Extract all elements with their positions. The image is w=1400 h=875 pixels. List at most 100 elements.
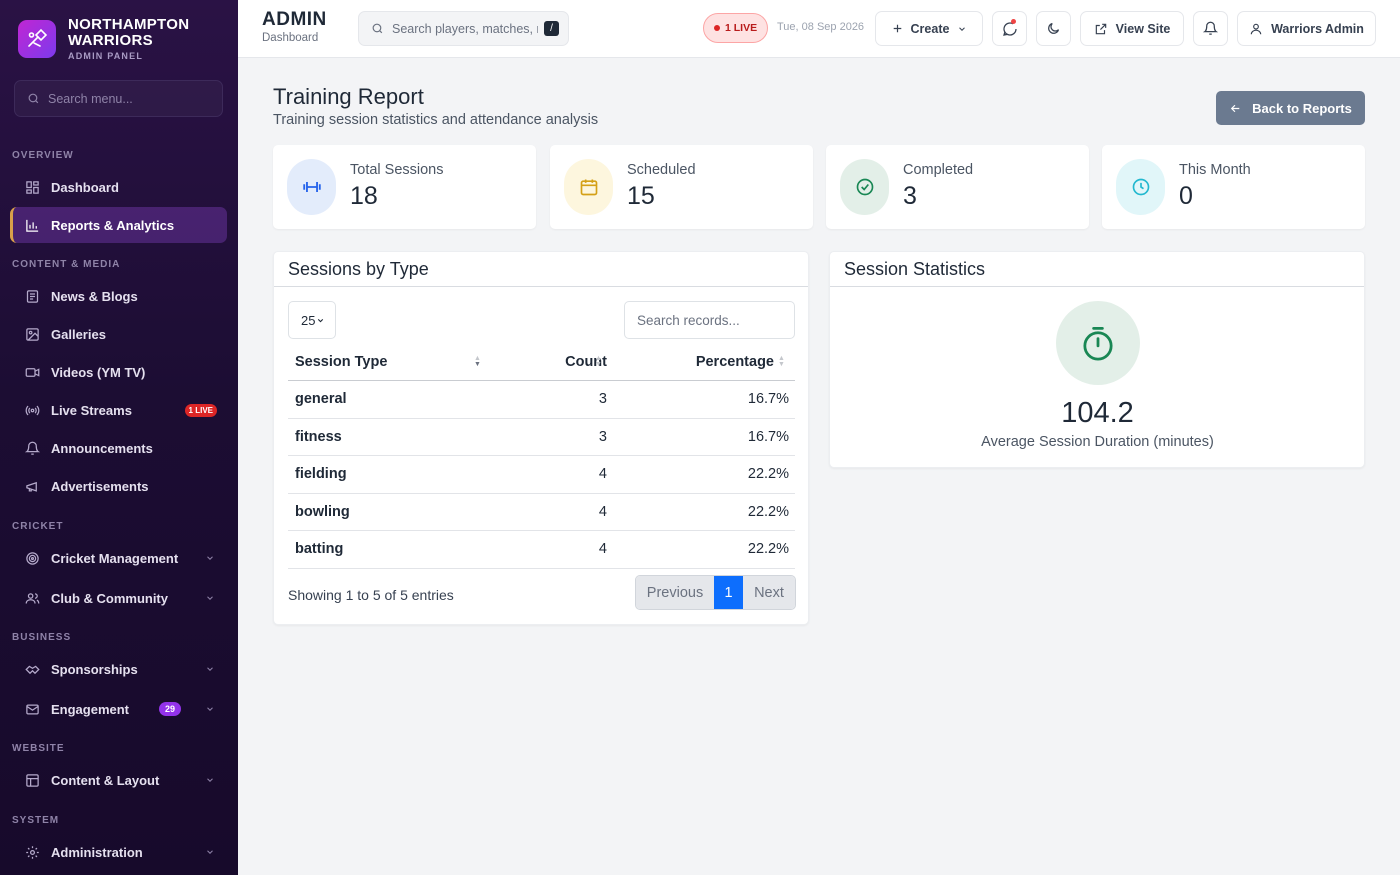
section-label-overview: OVERVIEW — [12, 150, 74, 161]
sidebar-search-input[interactable]: Search menu... — [14, 80, 223, 117]
messages-button[interactable] — [992, 11, 1027, 46]
sidebar-item-galleries[interactable]: Galleries — [10, 316, 227, 352]
table-info: Showing 1 to 5 of 5 entries — [288, 587, 454, 603]
live-dot-icon — [714, 25, 720, 31]
average-duration-value: 104.2 — [1061, 397, 1134, 429]
topbar: ADMIN Dashboard Search players, matches,… — [238, 0, 1400, 58]
sidebar-item-label: Sponsorships — [51, 661, 138, 677]
stat-value: 18 — [350, 182, 378, 210]
sidebar-item-news[interactable]: News & Blogs — [10, 278, 227, 314]
column-header-percentage[interactable]: Percentage — [696, 354, 774, 370]
sidebar-item-cricket-management[interactable]: Cricket Management — [10, 540, 227, 576]
sidebar-item-label: Announcements — [51, 440, 153, 456]
global-search-input[interactable]: Search players, matches, r / — [358, 11, 569, 46]
chevron-down-icon — [205, 593, 215, 603]
brand[interactable]: NORTHAMPTON WARRIORS ADMIN PANEL — [18, 16, 190, 61]
create-button[interactable]: Create — [875, 11, 983, 46]
stat-value: 15 — [627, 182, 655, 210]
cell-session-type: general — [295, 391, 347, 408]
table-search-input[interactable]: Search records... — [624, 301, 795, 339]
create-button-label: Create — [910, 21, 950, 36]
calendar-icon — [564, 159, 613, 215]
stat-card-this-month: This Month 0 — [1102, 145, 1365, 229]
live-badge: 1 LIVE — [184, 403, 217, 417]
cell-percentage: 22.2% — [747, 541, 789, 558]
topbar-breadcrumb[interactable]: Dashboard — [262, 32, 318, 44]
sidebar-item-announcements[interactable]: Announcements — [10, 430, 227, 466]
sort-icon[interactable]: ▲ ▼ — [595, 355, 602, 368]
notifications-button[interactable] — [1193, 11, 1228, 46]
pagination-previous-button[interactable]: Previous — [636, 576, 714, 609]
stat-label: This Month — [1179, 162, 1251, 178]
user-menu-button[interactable]: Warriors Admin — [1237, 11, 1376, 46]
live-indicator-label: 1 LIVE — [725, 22, 758, 34]
grid-icon — [24, 179, 40, 195]
sidebar-item-advertisements[interactable]: Advertisements — [10, 468, 227, 504]
column-header-session-type[interactable]: Session Type — [295, 354, 387, 370]
sidebar-item-label: Engagement — [51, 701, 130, 717]
sidebar-item-label: Advertisements — [51, 478, 149, 494]
page-subtitle: Training session statistics and attendan… — [273, 112, 599, 128]
sidebar-item-label: Galleries — [51, 326, 106, 342]
pagination-next-button[interactable]: Next — [743, 576, 795, 609]
sidebar-item-label: Live Streams — [51, 402, 132, 418]
arrow-left-icon — [1229, 102, 1242, 115]
theme-toggle-button[interactable] — [1036, 11, 1071, 46]
brand-logo-icon — [18, 20, 56, 58]
plus-icon — [891, 22, 904, 35]
search-shortcut-key: / — [544, 21, 559, 36]
gear-icon — [24, 844, 40, 860]
search-icon — [372, 23, 383, 34]
sidebar-item-live-streams[interactable]: Live Streams 1 LIVE — [10, 392, 227, 428]
sidebar-item-club-community[interactable]: Club & Community — [10, 580, 227, 616]
card-title: Session Statistics — [830, 252, 1364, 287]
sidebar-search-placeholder: Search menu... — [48, 91, 133, 106]
sidebar-item-label: Cricket Management — [51, 550, 179, 566]
back-to-reports-button[interactable]: Back to Reports — [1216, 91, 1365, 125]
sidebar-item-sponsorships[interactable]: Sponsorships — [10, 651, 227, 687]
sidebar-item-administration[interactable]: Administration — [10, 834, 227, 870]
table-row: bowling 4 22.2% — [288, 494, 795, 531]
sidebar-item-engagement[interactable]: Engagement 29 — [10, 691, 227, 727]
table-row: batting 4 22.2% — [288, 531, 795, 569]
dumbbell-icon — [287, 159, 336, 215]
stat-card-completed: Completed 3 — [826, 145, 1089, 229]
bar-chart-icon — [24, 217, 40, 233]
search-icon — [28, 93, 39, 104]
page-length-select[interactable]: 25 — [288, 301, 336, 339]
stat-value: 0 — [1179, 182, 1193, 210]
table-row: fitness 3 16.7% — [288, 419, 795, 456]
chevron-down-icon — [957, 24, 967, 34]
sessions-by-type-card: Sessions by Type 25 Search records... Se… — [273, 251, 809, 625]
section-label-content-media: CONTENT & MEDIA — [12, 259, 121, 270]
sort-icon[interactable]: ▲ ▼ — [778, 355, 785, 368]
cell-percentage: 16.7% — [747, 391, 789, 408]
sidebar: NORTHAMPTON WARRIORS ADMIN PANEL Search … — [0, 0, 238, 875]
section-label-system: SYSTEM — [12, 815, 60, 826]
engagement-badge: 29 — [158, 702, 181, 716]
sidebar-item-dashboard[interactable]: Dashboard — [10, 169, 227, 205]
view-site-button[interactable]: View Site — [1080, 11, 1184, 46]
live-indicator[interactable]: 1 LIVE — [703, 13, 769, 43]
table-row: fielding 4 22.2% — [288, 456, 795, 494]
sidebar-item-content-layout[interactable]: Content & Layout — [10, 762, 227, 798]
cell-count: 3 — [598, 428, 607, 445]
sidebar-item-label: Reports & Analytics — [51, 217, 175, 233]
pagination-page-1[interactable]: 1 — [714, 576, 743, 609]
session-statistics-card: Session Statistics 104.2 Average Session… — [829, 251, 1365, 468]
pagination: Previous 1 Next — [635, 575, 796, 610]
sidebar-item-videos[interactable]: Videos (YM TV) — [10, 354, 227, 390]
check-circle-icon — [840, 159, 889, 215]
sort-icon[interactable]: ▲ ▼ — [474, 355, 481, 368]
cell-count: 4 — [598, 503, 607, 520]
global-search-placeholder: Search players, matches, r — [392, 21, 538, 36]
image-icon — [24, 326, 40, 342]
cell-count: 3 — [598, 391, 607, 408]
sidebar-item-label: Videos (YM TV) — [51, 364, 146, 380]
sidebar-item-label: News & Blogs — [51, 288, 138, 304]
cell-count: 4 — [598, 541, 607, 558]
stat-label: Scheduled — [627, 162, 696, 178]
brand-name-line1: NORTHAMPTON — [68, 16, 190, 33]
sidebar-item-reports[interactable]: Reports & Analytics — [10, 207, 227, 243]
stat-label: Completed — [903, 162, 974, 178]
